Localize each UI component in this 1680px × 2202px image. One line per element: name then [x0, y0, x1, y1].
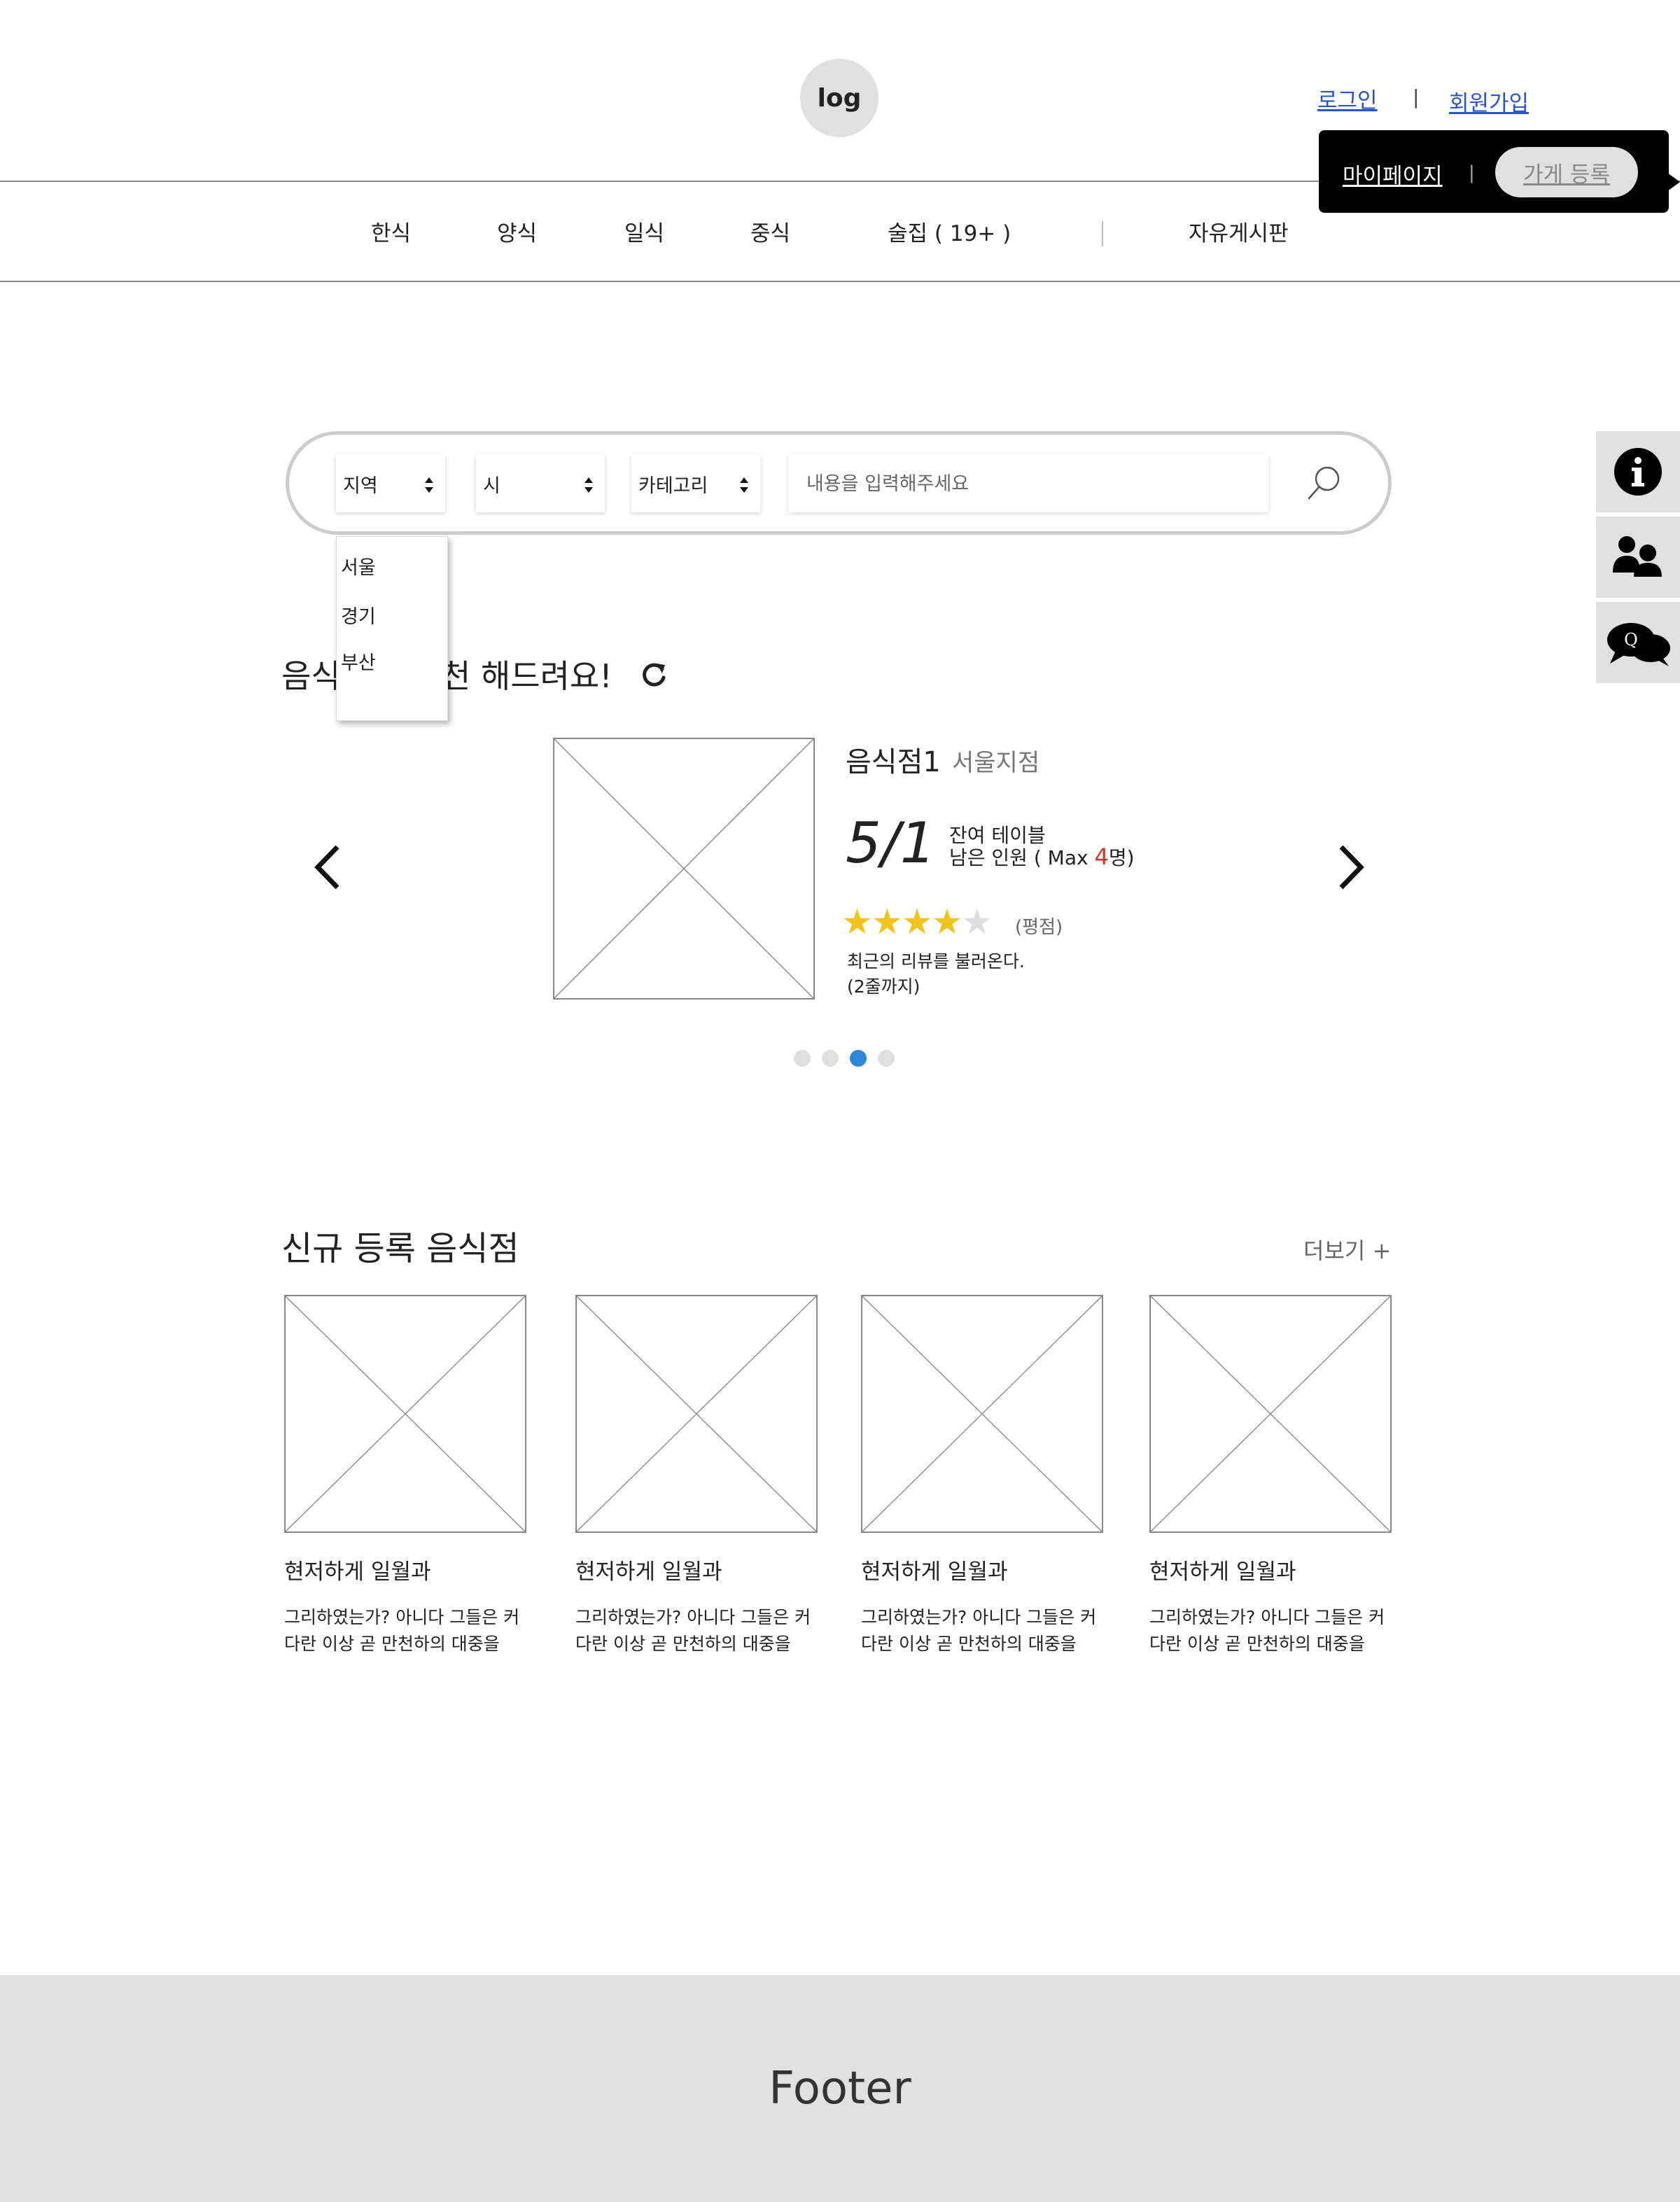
nav-divider: [0, 281, 1680, 282]
store-card-title[interactable]: 현저하게 일월과: [575, 1554, 722, 1585]
image-placeholder-icon: [862, 1296, 1102, 1531]
store-card-title[interactable]: 현저하게 일월과: [861, 1554, 1008, 1585]
review-line-1: 최근의 리뷰를 불러온다.: [847, 951, 1025, 972]
nav-item-western[interactable]: 양식: [497, 216, 537, 247]
footer: Footer: [0, 1975, 1680, 2202]
image-placeholder-icon: [577, 1296, 816, 1531]
shop-register-button[interactable]: 가게 등록: [1495, 147, 1638, 197]
search-button[interactable]: [1303, 462, 1345, 504]
nav-separator: [1102, 221, 1103, 246]
city-select-label: 시: [483, 475, 500, 497]
logo-text: log: [817, 83, 862, 113]
sort-arrows-icon: [584, 477, 593, 493]
region-select[interactable]: 지역: [336, 455, 445, 512]
auth-separator: |: [1413, 85, 1420, 108]
star-filled-icon: ★: [871, 902, 903, 942]
carousel-prev-button[interactable]: [302, 836, 351, 899]
recommend-title-suffix: 천 해드려요!: [441, 657, 612, 695]
store-card-title[interactable]: 현저하게 일월과: [1149, 1554, 1296, 1585]
rating-label: (평점): [1015, 917, 1063, 938]
refresh-icon: [643, 663, 666, 687]
rating-stars: ★★★★★: [841, 902, 993, 942]
store-image-placeholder[interactable]: [553, 738, 815, 1000]
search-icon: [1308, 466, 1340, 500]
carousel-next-button[interactable]: [1327, 836, 1376, 899]
store-card-title[interactable]: 현저하게 일월과: [284, 1554, 431, 1585]
store-card-image[interactable]: [284, 1295, 526, 1533]
chevron-left-icon: [314, 845, 340, 890]
mypage-link[interactable]: 마이페이지: [1343, 158, 1443, 190]
star-filled-icon: ★: [841, 902, 873, 942]
popup-arrow: [1665, 171, 1680, 193]
more-link[interactable]: 더보기 +: [1303, 1233, 1391, 1265]
remaining-people-max: 4: [1094, 843, 1109, 870]
image-placeholder-icon: [1151, 1296, 1390, 1531]
popup-separator: |: [1469, 162, 1475, 183]
store-card-image[interactable]: [861, 1295, 1103, 1533]
region-select-label: 지역: [343, 475, 378, 497]
store-card-image[interactable]: [1149, 1295, 1392, 1533]
recommend-title-prefix: 음식: [281, 657, 341, 695]
info-button[interactable]: [1596, 431, 1680, 512]
new-stores-title: 신규 등록 음식점: [281, 1229, 519, 1268]
pager-dot[interactable]: [822, 1050, 839, 1067]
nav-item-korean[interactable]: 한식: [371, 216, 411, 247]
pager-dot[interactable]: [878, 1050, 895, 1067]
review-line-2: (2줄까지): [847, 976, 920, 997]
store-branch: 서울지점: [952, 749, 1040, 777]
search-input[interactable]: [788, 455, 1268, 512]
pager-dot[interactable]: [794, 1050, 811, 1067]
nav-item-chinese[interactable]: 중식: [750, 216, 790, 247]
region-option-busan[interactable]: 부산: [341, 647, 376, 675]
qna-chat-icon: Q: [1607, 623, 1670, 666]
footer-text: Footer: [769, 2063, 911, 2115]
nav-item-board[interactable]: 자유게시판: [1189, 216, 1289, 247]
sort-arrows-icon: [425, 477, 433, 493]
info-icon: [1614, 448, 1662, 496]
table-ratio: 5/1: [846, 811, 936, 876]
category-select-label: 카테고리: [638, 475, 708, 497]
star-empty-icon: ★: [961, 902, 993, 942]
category-select[interactable]: 카테고리: [631, 455, 760, 512]
refresh-button[interactable]: [637, 658, 671, 692]
remaining-people-label: 남은 인원 ( Max 4명): [949, 843, 1135, 871]
region-option-gyeonggi[interactable]: 경기: [341, 601, 376, 629]
sort-arrows-icon: [740, 477, 748, 493]
qna-button[interactable]: Q: [1596, 602, 1680, 683]
store-card-desc: 그리하였는가? 아니다 그들은 커다란 이상 곧 만천하의 대중을: [861, 1607, 1097, 1654]
image-placeholder-icon: [554, 739, 813, 998]
store-name[interactable]: 음식점1: [846, 739, 941, 780]
chevron-right-icon: [1339, 845, 1364, 890]
users-icon: [1613, 536, 1662, 577]
store-card-desc: 그리하였는가? 아니다 그들은 커다란 이상 곧 만천하의 대중을: [1149, 1607, 1385, 1654]
svg-text:Q: Q: [1624, 630, 1638, 650]
store-card-desc: 그리하였는가? 아니다 그들은 커다란 이상 곧 만천하의 대중을: [575, 1607, 811, 1654]
shop-register-label: 가게 등록: [1523, 162, 1610, 188]
nav-item-japanese[interactable]: 일식: [624, 216, 664, 247]
city-select[interactable]: 시: [476, 455, 605, 512]
login-link[interactable]: 로그인: [1317, 83, 1378, 114]
store-card-image[interactable]: [575, 1295, 818, 1533]
image-placeholder-icon: [286, 1296, 525, 1531]
community-button[interactable]: [1596, 517, 1680, 598]
region-option-seoul[interactable]: 서울: [341, 552, 376, 580]
star-filled-icon: ★: [931, 902, 962, 942]
pager-dot[interactable]: [850, 1050, 867, 1067]
logo[interactable]: log: [800, 59, 878, 137]
store-card-desc: 그리하였는가? 아니다 그들은 커다란 이상 곧 만천하의 대중을: [284, 1607, 520, 1654]
region-dropdown: 서울 경기 부산: [336, 536, 448, 721]
star-filled-icon: ★: [901, 902, 933, 942]
nav-item-bar[interactable]: 술집 ( 19+ ): [888, 216, 1011, 247]
remaining-people-prefix: 남은 인원 ( Max: [949, 846, 1095, 869]
signup-link[interactable]: 회원가입: [1449, 85, 1529, 117]
remaining-people-suffix: 명): [1108, 846, 1135, 869]
